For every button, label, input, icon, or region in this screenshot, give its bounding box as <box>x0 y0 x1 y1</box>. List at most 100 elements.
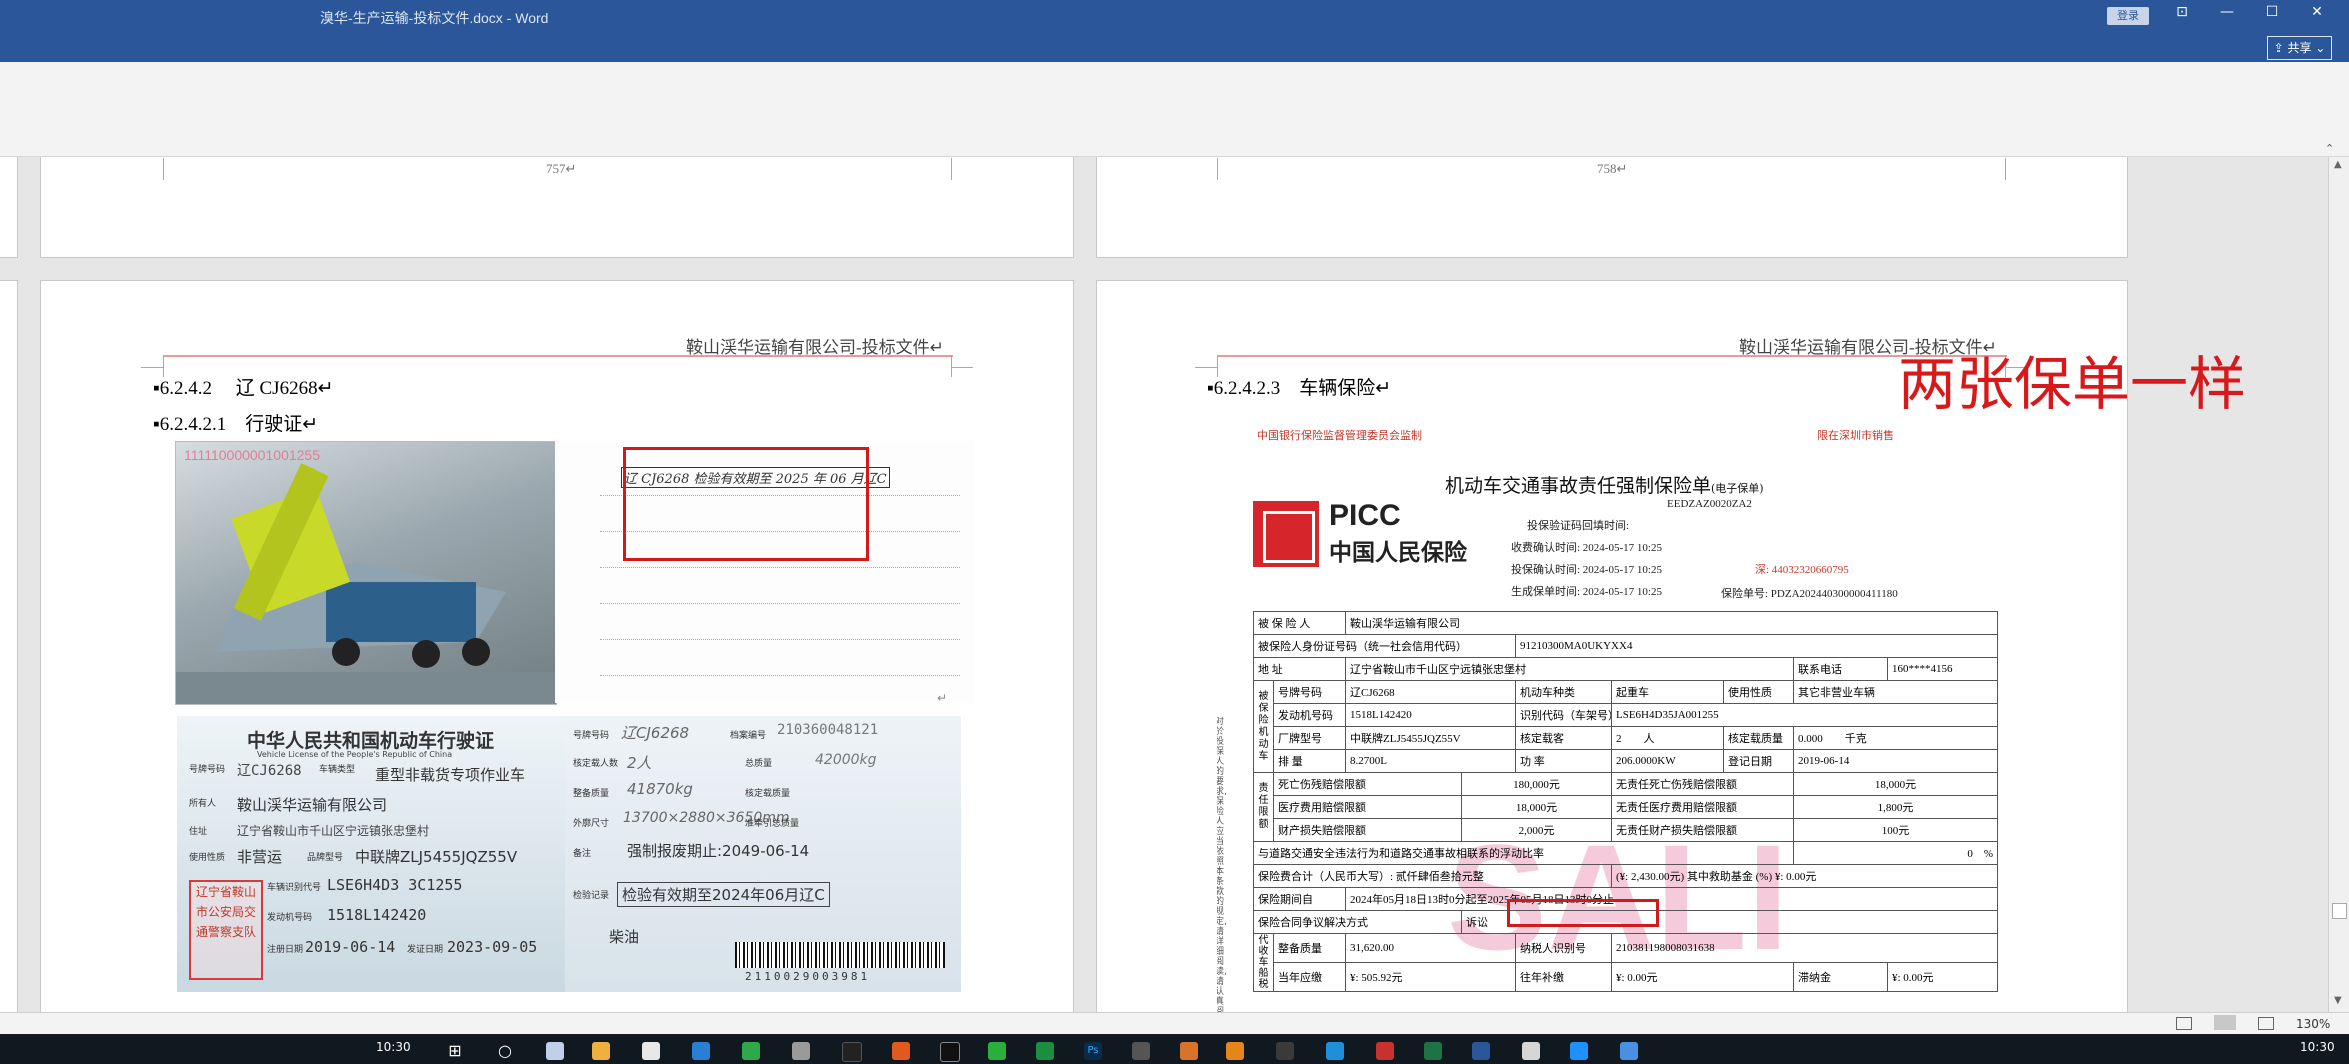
license-curb-mass: 41870kg <box>627 780 693 798</box>
scroll-up-icon[interactable]: ▲ <box>2334 159 2342 170</box>
excel-icon[interactable] <box>1424 1042 1442 1060</box>
page-758-bottom: 758↵ <box>1096 157 2128 258</box>
windows-start-icon[interactable]: ⊞ <box>446 1042 464 1060</box>
policy-number: 保险单号: PDZA202440300000411180 <box>1721 588 1898 600</box>
collapse-ribbon-icon[interactable]: ⌃ <box>2325 142 2334 155</box>
policy-top-right-note: 限在深圳市销售 <box>1817 430 1894 442</box>
sub-plate: 辽CJ6268 <box>621 724 690 742</box>
license-vin: LSE6H4D3 3C1255 <box>327 876 463 894</box>
app-icon-gray[interactable] <box>792 1042 810 1060</box>
app-icon-dark[interactable] <box>842 1042 862 1062</box>
read-mode-icon[interactable] <box>2176 1017 2192 1030</box>
vscode-icon[interactable] <box>1132 1042 1150 1060</box>
header-rule <box>163 355 953 357</box>
app-icon-light[interactable] <box>1522 1042 1540 1060</box>
page-sliver <box>0 157 18 258</box>
license-title: 中华人民共和国机动车行驶证 <box>247 730 495 752</box>
zoom-level[interactable]: 130% <box>2296 1017 2330 1031</box>
page-number: 757↵ <box>546 161 577 176</box>
heading-license: ▪6.2.4.2.1 行驶证↵ <box>153 414 319 435</box>
web-layout-icon[interactable] <box>2258 1017 2274 1030</box>
app-icon-green-2[interactable] <box>1036 1042 1054 1060</box>
document-canvas[interactable]: 757↵ 758↵ 鞍山渓华运输有限公司-投标文件↵ ▪6.2.4.2 辽 CJ… <box>0 157 2328 1012</box>
liability-row: 责任限额 死亡伤残赔偿限额 180,000元 无责任死亡伤残赔偿限额 18,00… <box>1253 772 1998 842</box>
taskbar-clock: 10:30 <box>2300 1040 2335 1054</box>
app-icon-split[interactable] <box>1276 1042 1294 1060</box>
crop-mark <box>1217 158 1218 180</box>
policy-side-text: 对於投保人的要求,保险人应当依照本条款的规定,请详细阅读,请认真阅读本保险条款.… <box>1217 717 1227 1012</box>
vehicle-row: 发动机号码 1518L142420 识别代码（车架号） LSE6H4D35JA0… <box>1254 703 1998 727</box>
share-icon: ⇪ <box>2273 41 2288 55</box>
tax-row: 当年应缴 ¥: 505.92元 往年补缴 ¥: 0.00元 滞纳金 ¥: 0.0… <box>1254 962 1998 992</box>
close-icon[interactable]: ✕ <box>2302 4 2332 20</box>
store-icon[interactable] <box>692 1042 710 1060</box>
word-icon[interactable] <box>1472 1042 1490 1060</box>
policy-table: 被 保 险 人 鞍山渓华运输有限公司 被保险人身份证号码（统一社会信用代码） 9… <box>1253 611 1998 992</box>
license-fuel: 柴油 <box>609 928 640 946</box>
vehicle-license-scan: 中华人民共和国机动车行驶证 Vehicle License of the Peo… <box>177 716 961 992</box>
barcode-number: 2110029003981 <box>745 970 871 983</box>
red-serial-no: 深: 44032320660795 <box>1755 564 1849 576</box>
highlight-box <box>623 447 869 561</box>
vehicle-row: 被保险机动车 号牌号码 辽CJ6268 机动车种类 起重车 使用性质 其它非营业… <box>1253 680 1998 773</box>
crane-truck-illustration <box>176 463 556 704</box>
page-number: 758↵ <box>1597 161 1628 176</box>
login-button[interactable]: 登录 <box>2107 7 2149 25</box>
vertical-scrollbar[interactable]: ▲ ▼ <box>2328 157 2349 1012</box>
crop-mark <box>951 355 952 377</box>
app-icon-blue-2[interactable] <box>1570 1042 1588 1060</box>
generate-time: 生成保单时间: 2024-05-17 10:25 <box>1511 586 1662 598</box>
insured-row: 被 保 险 人 鞍山渓华运输有限公司 <box>1253 611 1998 635</box>
qq-icon[interactable] <box>940 1042 960 1062</box>
highlight-box <box>1507 899 1659 927</box>
calculator-icon[interactable] <box>546 1042 564 1060</box>
browser-icon[interactable] <box>892 1042 910 1060</box>
maximize-icon[interactable]: ☐ <box>2257 4 2287 20</box>
paragraph-mark: ↵ <box>937 691 948 705</box>
maps-icon[interactable] <box>642 1042 660 1060</box>
float-rate-row: 与道路交通安全违法行为和道路交通事故相联系的浮动比率 0 % <box>1253 841 1998 865</box>
crop-mark <box>141 367 163 368</box>
license-issue-date: 2023-09-05 <box>447 938 538 956</box>
license-inspection-stamp: 检验有效期至2024年06月辽C <box>617 882 830 907</box>
app-icon-orange[interactable] <box>1180 1042 1198 1060</box>
charge-time: 收费确认时间: 2024-05-17 10:25 <box>1511 542 1662 554</box>
license-address: 辽宁省鞍山市千山区宁远镇张忠堡村 <box>237 824 430 838</box>
app-icon-blue-3[interactable] <box>1620 1042 1638 1060</box>
heading-insurance: ▪6.2.4.2.3 车辆保险↵ <box>1207 378 1392 399</box>
picc-logo-text: PICC <box>1329 499 1401 532</box>
file-explorer-icon[interactable] <box>592 1042 610 1060</box>
license-scrap-date: 强制报废期止:2049-06-14 <box>627 842 810 860</box>
vehicle-photo: 111110000001001255 <box>175 441 557 705</box>
crop-mark <box>163 158 164 180</box>
taskbar <box>0 1034 2349 1064</box>
minimize-icon[interactable]: — <box>2212 4 2242 20</box>
license-title-en: Vehicle License of the People's Republic… <box>257 750 453 759</box>
taskbar-clock-left: 10:30 <box>376 1040 411 1054</box>
picc-logo-icon <box>1253 501 1319 567</box>
license-passengers: 2人 <box>627 754 652 772</box>
app-icon-blue[interactable] <box>1326 1042 1344 1060</box>
pdf-icon[interactable] <box>1376 1042 1394 1060</box>
active-app-icon[interactable] <box>1226 1042 1244 1060</box>
wechat-icon[interactable] <box>988 1042 1006 1060</box>
insurance-policy-scan: SALI 中国银行保险监督管理委员会监制 限在深圳市销售 机动车交通事故责任强制… <box>1217 421 2107 1012</box>
liability-row: 医疗费用赔偿限额 18,000元 无责任医疗费用赔偿限额 1,800元 <box>1254 795 1998 819</box>
policy-title: 机动车交通事故责任强制保险单(电子保单) <box>1445 475 1764 497</box>
restore-ribbon-icon[interactable]: ⊡ <box>2167 4 2197 20</box>
tax-row: 代收车船税 整备质量 31,620.00 纳税人识别号 210381198008… <box>1253 933 1998 992</box>
verify-code-label: 投保验证码回填时间: <box>1527 520 1630 532</box>
scroll-down-icon[interactable]: ▼ <box>2334 995 2342 1006</box>
photoshop-icon[interactable]: Ps <box>1084 1042 1102 1060</box>
share-button[interactable]: ⇪ 共享 ⌄ <box>2267 36 2332 60</box>
ribbon <box>0 62 2349 157</box>
premium-row: 保险费合计（人民币大写）: 贰仟肆佰叁拾元整 (¥: 2,430.00元) 其中… <box>1253 864 1998 888</box>
app-icon-green[interactable] <box>742 1042 760 1060</box>
license-plate: 辽CJ6268 <box>237 763 302 779</box>
address-row: 地 址 辽宁省鞍山市千山区宁远镇张忠堡村 联系电话 160****4156 <box>1253 657 1998 681</box>
search-icon[interactable]: ○ <box>496 1042 514 1060</box>
license-owner: 鞍山渓华运输有限公司 <box>237 796 388 814</box>
license-record-no: 210360048121 <box>777 722 879 738</box>
print-layout-icon[interactable] <box>2214 1015 2236 1030</box>
scroll-thumb[interactable] <box>2332 903 2347 919</box>
